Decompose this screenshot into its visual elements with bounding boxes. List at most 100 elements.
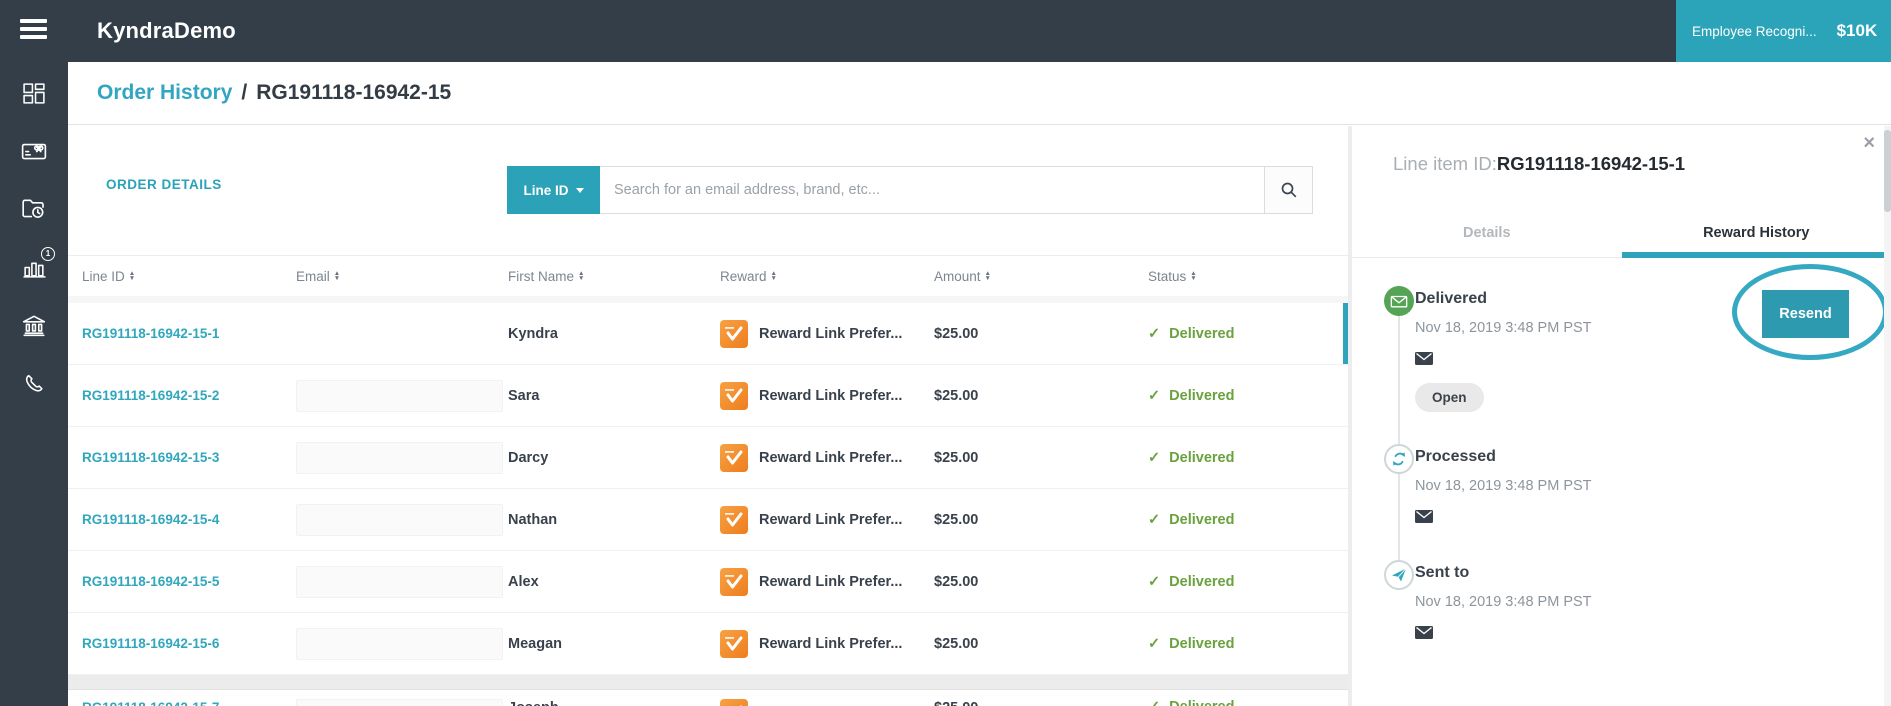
column-header[interactable]: Reward ▲ ▼ <box>720 269 934 284</box>
amount-text: $25.00 <box>934 700 978 706</box>
email-redacted-box <box>296 441 503 474</box>
search-input[interactable] <box>600 166 1265 214</box>
sort-icons[interactable]: ▲ ▼ <box>770 270 777 282</box>
reward-name-text: Reward Link Prefer... <box>759 325 903 342</box>
sidebar-item-dashboard[interactable] <box>0 75 68 111</box>
event-timestamp: Nov 18, 2019 3:48 PM PST <box>1415 478 1592 494</box>
sort-icons[interactable]: ▲ ▼ <box>129 270 135 282</box>
status-text: Delivered <box>1169 635 1235 652</box>
table-row[interactable]: RG191118-16942-15-1 Kyndra Reward Link P… <box>68 303 1348 365</box>
scrollbar[interactable] <box>1884 126 1891 706</box>
column-header[interactable]: Status ▲ ▼ <box>1148 269 1348 284</box>
hamburger-menu-icon[interactable] <box>20 19 47 43</box>
search-button[interactable] <box>1265 166 1313 214</box>
sidebar-nav: 1 <box>0 0 68 706</box>
email-channel-icon <box>1415 510 1871 528</box>
event-body: Sent to Nov 18, 2019 3:48 PM PST <box>1415 560 1871 644</box>
status-check-icon: ✓ <box>1148 325 1161 342</box>
email-redacted-box <box>296 699 503 706</box>
sidebar-item-support[interactable] <box>0 365 68 401</box>
line-id-link[interactable]: RG191118-16942-15-7 <box>82 700 219 706</box>
first-name-text: Meagan <box>508 635 562 652</box>
panel-tabs: Details Reward History <box>1352 211 1891 258</box>
close-icon[interactable]: × <box>1863 132 1875 155</box>
sidebar-item-funding[interactable] <box>0 307 68 343</box>
first-name-text: Nathan <box>508 511 558 528</box>
table-row[interactable]: RG191118-16942-15-2 Sara Reward Link Pre… <box>68 365 1348 427</box>
status-cell: ✓ Delivered <box>1148 326 1348 342</box>
status-text: Delivered <box>1169 387 1235 404</box>
status-cell: ✓ Delivered <box>1148 574 1348 590</box>
status-cell: ✓ Delivered <box>1148 388 1348 404</box>
column-header[interactable]: Line ID ▲ ▼ <box>82 269 296 284</box>
processed-sync-icon <box>1393 452 1405 466</box>
event-title: Processed <box>1415 448 1496 465</box>
column-label: Status <box>1148 268 1187 284</box>
support-phone-icon <box>25 374 43 392</box>
timeline-event: Processed Nov 18, 2019 3:48 PM PST <box>1384 444 1871 528</box>
table-row[interactable]: RG191118-16942-15-6 Meagan Reward Link P… <box>68 613 1348 675</box>
amount-text: $25.00 <box>934 511 979 528</box>
sort-icons[interactable]: ▲ ▼ <box>1190 270 1196 282</box>
sort-icons[interactable]: ▲ ▼ <box>985 270 991 282</box>
horizontal-scrollbar[interactable] <box>68 675 1348 690</box>
line-item-panel: × Line item ID:RG191118-16942-15-1 Detai… <box>1352 126 1891 706</box>
sort-icons[interactable]: ▲ ▼ <box>333 270 341 282</box>
reward-link-icon <box>720 699 748 706</box>
status-cell: ✓ Delivered <box>1148 699 1348 706</box>
column-header[interactable]: Amount ▲ ▼ <box>934 269 1148 284</box>
status-text: Delivered <box>1169 325 1235 342</box>
search-icon <box>1281 182 1296 198</box>
sidebar-item-gift-cards[interactable] <box>0 133 68 169</box>
tab-reward-history[interactable]: Reward History <box>1621 211 1891 258</box>
dashboard-icon <box>22 82 45 104</box>
column-header[interactable]: Email ▲ ▼ <box>296 269 508 284</box>
sidebar-item-order-history[interactable] <box>0 191 68 227</box>
column-label: Email <box>296 268 330 284</box>
brand-logo[interactable]: KyndraDemo <box>97 0 236 62</box>
reward-name-text: Reward Link Prefer... <box>759 449 903 466</box>
table-row[interactable]: RG191118-16942-15-3 Darcy Reward Link Pr… <box>68 427 1348 489</box>
line-id-link[interactable]: RG191118-16942-15-4 <box>82 512 219 527</box>
amount-text: $25.00 <box>934 449 979 466</box>
line-id-link[interactable]: RG191118-16942-15-3 <box>82 450 219 465</box>
top-bar: KyndraDemo Employee Recogni... $10K <box>0 0 1891 62</box>
order-details-section: ORDER DETAILS Line ID Line ID ▲ ▼ <box>68 126 1348 706</box>
search-filter-dropdown[interactable]: Line ID <box>507 166 600 214</box>
email-channel-icon <box>1415 352 1871 370</box>
table-row[interactable]: RG191118-16942-15-5 Alex Reward Link Pre… <box>68 551 1348 613</box>
line-id-link[interactable]: RG191118-16942-15-5 <box>82 574 219 589</box>
sort-desc-icon: ▼ <box>333 275 341 282</box>
scrollbar-thumb[interactable] <box>1884 130 1891 212</box>
reward-link-icon <box>720 567 748 596</box>
status-cell: ✓ Delivered <box>1148 636 1348 652</box>
first-name-text: Kyndra <box>508 325 558 342</box>
column-header[interactable]: First Name ▲ ▼ <box>508 269 720 284</box>
email-channel-icon <box>1415 626 1871 644</box>
campaign-budget-button[interactable]: Employee Recogni... $10K <box>1676 0 1891 62</box>
sort-desc-icon: ▼ <box>770 275 777 282</box>
status-text: Delivered <box>1169 573 1235 590</box>
reward-cell: Reward Link Prefer... <box>720 319 934 348</box>
reward-cell: Reward Link Prefer... <box>720 381 934 410</box>
table-header: Line ID ▲ ▼ Email ▲ ▼ First Name ▲ ▼ Rew… <box>68 255 1348 296</box>
table-row[interactable]: RG191118-16942-15-4 Nathan Reward Link P… <box>68 489 1348 551</box>
line-id-link[interactable]: RG191118-16942-15-2 <box>82 388 219 403</box>
sort-icons[interactable]: ▲ ▼ <box>578 270 585 282</box>
column-label: Line ID <box>82 268 125 284</box>
line-id-link[interactable]: RG191118-16942-15-1 <box>82 326 219 341</box>
sort-desc-icon: ▼ <box>578 275 585 282</box>
tab-details[interactable]: Details <box>1352 211 1622 257</box>
line-id-link[interactable]: RG191118-16942-15-6 <box>82 636 219 651</box>
event-status-icon <box>1384 286 1414 316</box>
status-text: Delivered <box>1169 449 1235 466</box>
first-name-text: Joseph <box>508 700 559 706</box>
campaign-name: Employee Recogni... <box>1692 23 1817 39</box>
sidebar-item-reports[interactable]: 1 <box>0 247 68 285</box>
status-check-icon: ✓ <box>1148 699 1160 706</box>
event-status-icon <box>1384 560 1414 590</box>
amount-text: $25.00 <box>934 573 979 590</box>
breadcrumb-order-history-link[interactable]: Order History <box>97 81 232 105</box>
table-row[interactable]: RG191118-16942-15-7 Joseph Reward Link P… <box>68 690 1348 706</box>
reward-name-text: Reward Link Prefer... <box>759 573 903 590</box>
